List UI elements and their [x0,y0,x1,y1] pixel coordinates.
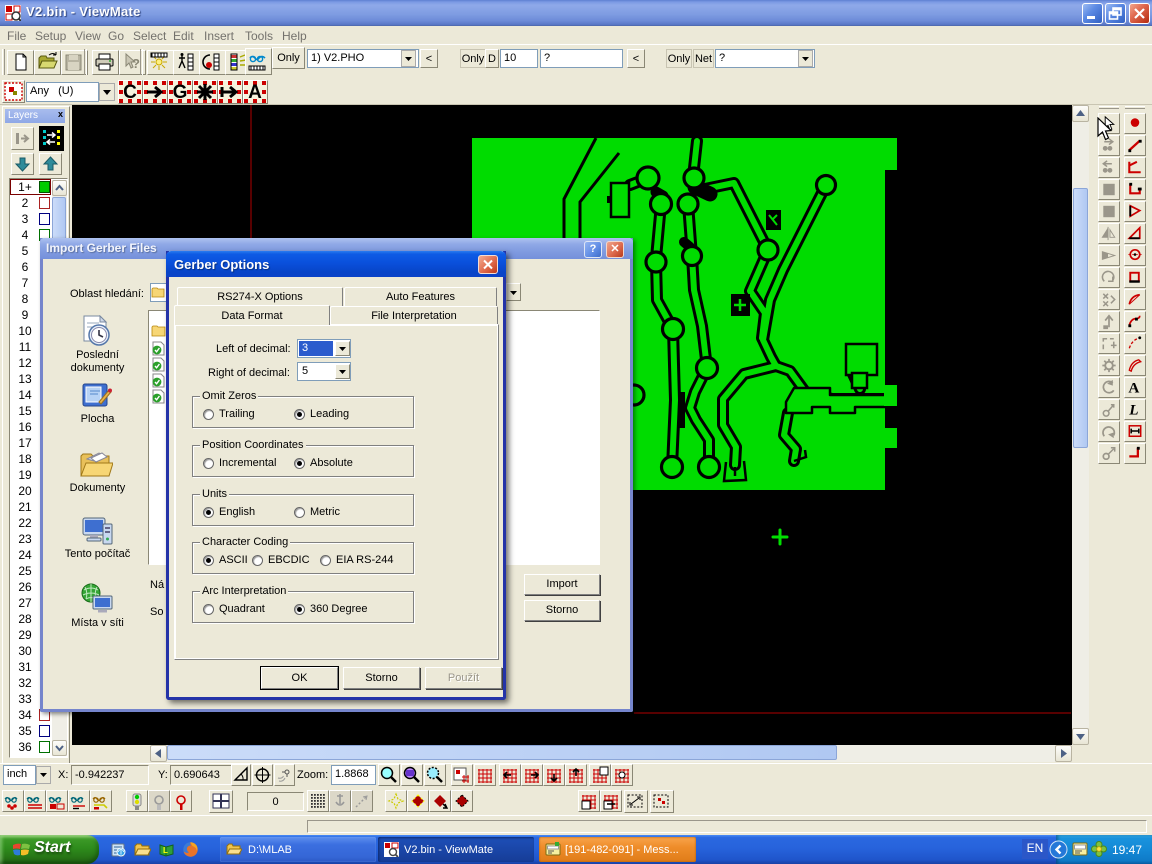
svg-text:G: G [173,82,188,103]
svg-text:A: A [248,82,262,103]
svg-text:A: A [1128,379,1139,396]
svg-text:?: ? [132,56,140,71]
svg-text:L: L [1128,401,1138,418]
svg-text:C: C [123,82,137,103]
svg-text:L: L [163,846,168,855]
